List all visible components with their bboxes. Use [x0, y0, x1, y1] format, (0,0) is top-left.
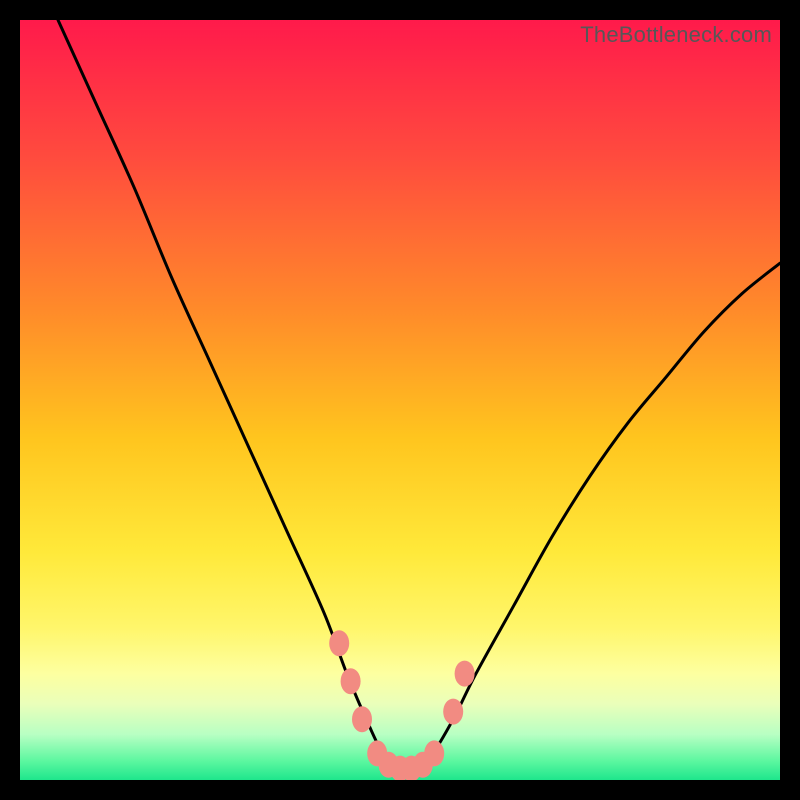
chart-svg	[20, 20, 780, 780]
highlight-marker	[424, 740, 444, 766]
highlight-marker	[455, 661, 475, 687]
highlight-marker	[329, 630, 349, 656]
heat-background	[20, 20, 780, 780]
chart-frame: TheBottleneck.com	[20, 20, 780, 780]
highlight-marker	[341, 668, 361, 694]
watermark-text: TheBottleneck.com	[580, 22, 772, 48]
highlight-marker	[443, 699, 463, 725]
highlight-marker	[352, 706, 372, 732]
